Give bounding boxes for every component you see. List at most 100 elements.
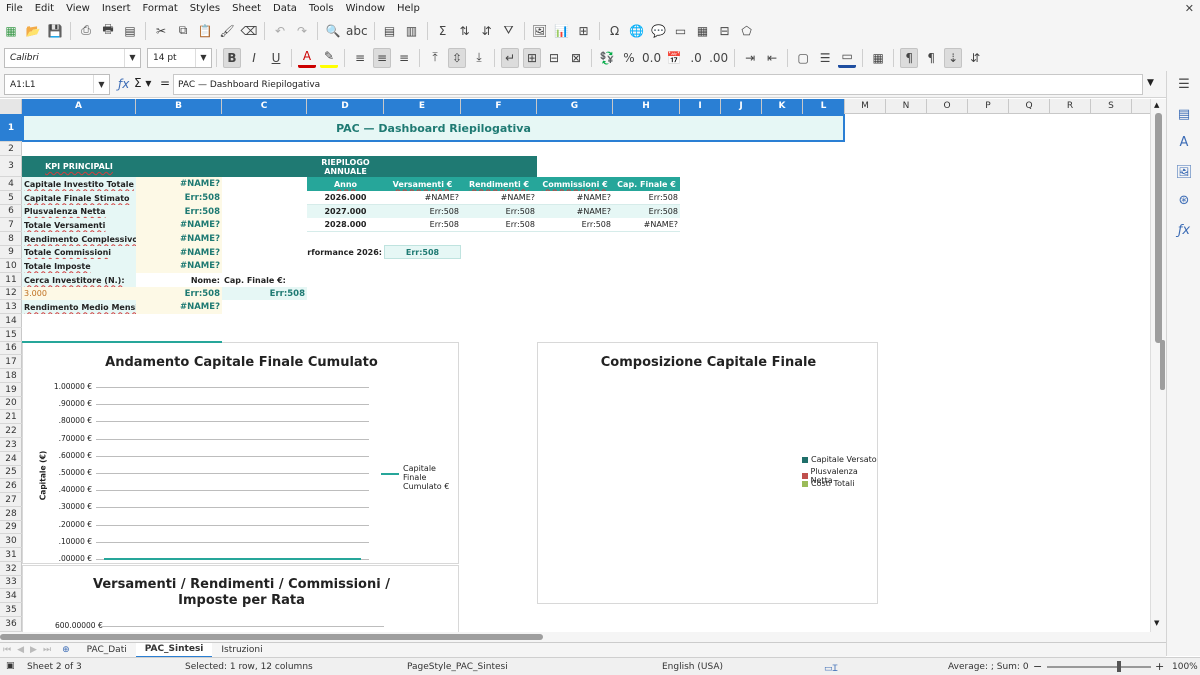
kpi-label[interactable]: Cerca Investitore (N.):: [22, 273, 136, 287]
font-size-box[interactable]: 14 pt ▼: [147, 47, 212, 68]
column-header[interactable]: R: [1050, 99, 1091, 114]
font-name-box[interactable]: Calibri ▼: [4, 47, 141, 68]
scroll-up-icon[interactable]: ▲: [1154, 101, 1159, 109]
print-icon[interactable]: 🖶: [99, 21, 117, 41]
row-header[interactable]: 30: [0, 534, 22, 548]
insert-image-icon[interactable]: 🖼: [531, 21, 549, 41]
save-icon[interactable]: 💾: [46, 21, 64, 41]
number-format-icon[interactable]: 0.0: [642, 48, 661, 68]
column-header[interactable]: N: [886, 99, 927, 114]
left-to-right-icon[interactable]: ¶: [900, 47, 919, 68]
column-header[interactable]: M: [845, 99, 886, 114]
date-format-icon[interactable]: 📅: [665, 48, 683, 68]
kpi-value[interactable]: #NAME?: [136, 218, 222, 232]
column-header[interactable]: F: [461, 99, 537, 114]
row-header[interactable]: 8: [0, 232, 22, 246]
annual-row-year[interactable]: 2026.000: [307, 191, 384, 205]
formula-equals-icon[interactable]: =: [160, 76, 170, 90]
underline-icon[interactable]: U: [267, 48, 285, 68]
column-header[interactable]: J: [721, 99, 762, 114]
new-icon[interactable]: ▦: [2, 21, 20, 41]
kpi-label[interactable]: Rendimento Complessivo %: [22, 232, 136, 246]
center-vertically-icon[interactable]: ⇳: [448, 47, 466, 68]
decrease-indent-icon[interactable]: ⇤: [763, 48, 781, 68]
function-wizard-icon[interactable]: Σ: [434, 21, 452, 41]
column-header[interactable]: L: [803, 99, 845, 114]
align-right-icon[interactable]: ≡: [395, 48, 413, 68]
performance-value[interactable]: Err:508: [384, 245, 461, 259]
row-header[interactable]: 27: [0, 493, 22, 507]
row-header[interactable]: 2: [0, 142, 22, 156]
row-header[interactable]: 28: [0, 507, 22, 521]
column-icon[interactable]: ▥: [403, 21, 421, 41]
align-left-icon[interactable]: ≡: [351, 48, 369, 68]
row-header[interactable]: 32: [0, 562, 22, 576]
text-direction-icon[interactable]: ⇣: [944, 47, 963, 68]
row-header[interactable]: 6: [0, 205, 22, 218]
chart-capitale-cumulato[interactable]: Andamento Capitale Finale Cumulato Capit…: [22, 342, 459, 564]
percent-format-icon[interactable]: %: [620, 48, 638, 68]
navigator-icon[interactable]: ⊛: [1175, 193, 1193, 211]
horizontal-scrollbar[interactable]: [0, 632, 1166, 642]
copy-icon[interactable]: ⧉: [174, 21, 192, 41]
column-header[interactable]: E: [384, 99, 461, 114]
row-header[interactable]: 29: [0, 521, 22, 534]
header-footer-icon[interactable]: ▭: [672, 21, 690, 41]
menu-file[interactable]: File: [0, 3, 29, 14]
row-header[interactable]: 14: [0, 314, 22, 328]
zoom-slider[interactable]: [1047, 666, 1151, 668]
name-box[interactable]: A1:L1 ▼: [4, 74, 110, 95]
row-header[interactable]: 21: [0, 410, 22, 424]
search-name-label[interactable]: Nome:: [136, 273, 222, 287]
add-sheet-icon[interactable]: ⊕: [54, 643, 78, 658]
spelling-icon[interactable]: abc: [346, 21, 368, 41]
column-header[interactable]: K: [762, 99, 803, 114]
kpi-value[interactable]: #NAME?: [136, 259, 222, 273]
sort-descending-icon[interactable]: ⇵: [478, 21, 496, 41]
merge-cells-icon[interactable]: ⊟: [545, 48, 563, 68]
kpi-label[interactable]: Capitale Finale Stimato: [22, 191, 136, 205]
delete-decimal-icon[interactable]: .00: [709, 48, 728, 68]
close-document-icon[interactable]: ✕: [1179, 2, 1200, 15]
annual-cell-box[interactable]: Err:508: [537, 218, 613, 232]
menu-view[interactable]: View: [60, 3, 96, 14]
dashboard-title-cell[interactable]: PAC — Dashboard Riepilogativa: [22, 114, 845, 142]
comment-icon[interactable]: 💬: [650, 21, 668, 41]
column-header[interactable]: D: [307, 99, 384, 114]
scroll-thumb[interactable]: [1155, 113, 1162, 343]
undo-icon[interactable]: ↶: [271, 21, 289, 41]
annual-row-year[interactable]: 2028.000: [307, 218, 384, 232]
autofilter-icon[interactable]: ⛛: [500, 21, 518, 41]
find-replace-icon[interactable]: 🔍: [324, 21, 342, 41]
column-header[interactable]: Q: [1009, 99, 1050, 114]
annual-cell-box[interactable]: Err:508: [461, 218, 537, 232]
column-header[interactable]: C: [222, 99, 307, 114]
functions-icon[interactable]: ƒx: [1175, 223, 1193, 241]
zoom-level[interactable]: 100%: [1172, 662, 1198, 672]
formula-input[interactable]: PAC — Dashboard Riepilogativa: [173, 74, 1143, 95]
row-header[interactable]: 22: [0, 424, 22, 438]
pivot-table-icon[interactable]: ⊞: [575, 21, 593, 41]
zoom-in-icon[interactable]: +: [1155, 660, 1164, 673]
menu-format[interactable]: Format: [137, 3, 184, 14]
wrap-text-icon[interactable]: ↵: [501, 47, 519, 68]
sidebar-menu-icon[interactable]: ☰: [1175, 77, 1193, 95]
kpi-label[interactable]: Plusvalenza Netta: [22, 205, 136, 218]
menu-styles[interactable]: Styles: [184, 3, 226, 14]
styles-icon[interactable]: A: [1175, 135, 1193, 153]
row-header[interactable]: 19: [0, 383, 22, 397]
row-header[interactable]: 23: [0, 438, 22, 452]
column-header[interactable]: H: [613, 99, 680, 114]
export-pdf-icon[interactable]: ⎙: [77, 21, 95, 41]
row-header[interactable]: 35: [0, 603, 22, 617]
chart-versamenti-per-rata[interactable]: Versamenti / Rendimenti / Commissioni / …: [22, 565, 459, 632]
row-header[interactable]: 20: [0, 397, 22, 410]
row-header[interactable]: 34: [0, 589, 22, 603]
row-header[interactable]: 1: [0, 114, 22, 142]
annual-row-year[interactable]: 2027.000: [307, 205, 384, 218]
kpi-label[interactable]: Totale Versamenti: [22, 218, 136, 232]
bold-icon[interactable]: B: [223, 47, 241, 68]
chevron-down-icon[interactable]: ▼: [93, 75, 109, 93]
kpi-label[interactable]: Capitale Investito Totale: [22, 177, 136, 191]
conditional-format-icon[interactable]: ▦: [869, 48, 887, 68]
